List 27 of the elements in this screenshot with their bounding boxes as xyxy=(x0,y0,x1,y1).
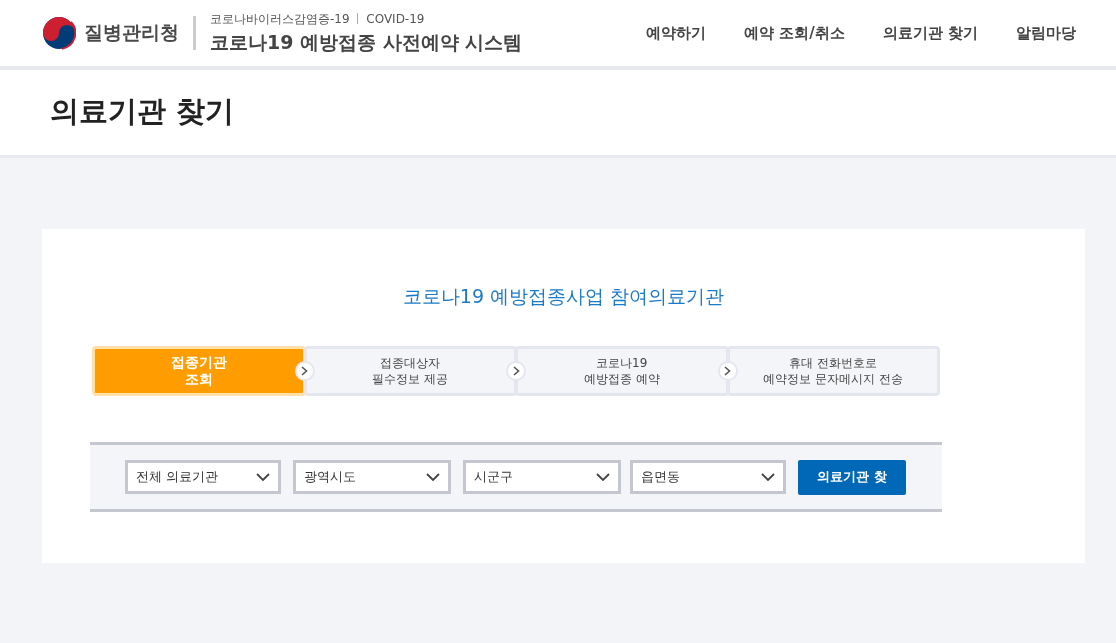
nav-link[interactable]: 의료기관 찾기 xyxy=(882,23,978,43)
nav-link[interactable]: 예약하기 xyxy=(646,23,707,43)
chevron-right-icon xyxy=(724,366,731,376)
nav-link[interactable]: 알림마당 xyxy=(1016,23,1076,43)
chevron-down-icon xyxy=(596,473,610,481)
step-item: 휴대 전화번호로 예약정보 문자메시지 전송 xyxy=(726,346,940,396)
subtitle: 코로나바이러스감염증-19 xyxy=(210,11,350,26)
chevron-down-icon xyxy=(256,473,270,481)
chevron-down-icon xyxy=(761,473,775,481)
select-field[interactable]: 전체 의료기관 xyxy=(125,460,281,494)
chevron-right-icon xyxy=(301,366,308,376)
emblem-icon xyxy=(42,16,76,50)
nav-link[interactable]: 예약 조회/취소 xyxy=(744,23,845,43)
step-item: 코로나19 예방접종 예약 xyxy=(515,346,729,396)
agency-name: 질병관리청 xyxy=(84,20,179,45)
chevron-down-icon xyxy=(426,473,440,481)
search-button[interactable]: 의료기관 찾 xyxy=(798,459,906,495)
select-field[interactable]: 광역시도 xyxy=(293,460,451,494)
chevron-right-icon xyxy=(512,366,520,376)
step-item: 접종기관 조회 xyxy=(92,346,306,396)
page-title: 의료기관 찾기 xyxy=(49,93,236,130)
system-title: 코로나19 예방접종 사전예약 시스템 xyxy=(210,29,523,55)
section-title: 코로나19 예방접종사업 참여의료기관 xyxy=(402,284,725,309)
subtitle-english: COVID-19 xyxy=(366,11,425,26)
select-field[interactable]: 읍면동 xyxy=(630,460,786,494)
select-field[interactable]: 시군구 xyxy=(463,460,621,494)
step-item: 접종대상자 필수정보 제공 xyxy=(303,346,517,396)
